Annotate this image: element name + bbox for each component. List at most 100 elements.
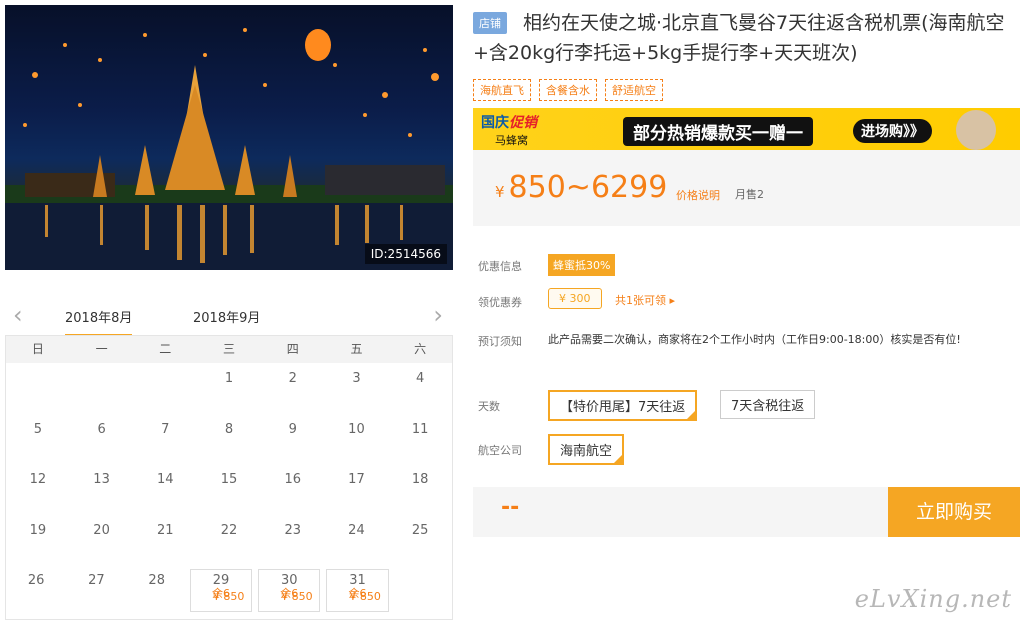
weekday-label: 六 <box>414 342 427 356</box>
calendar-day: 2 <box>261 363 325 414</box>
calendar-day <box>392 565 452 616</box>
calendar-day: 9 <box>261 414 325 465</box>
calendar-day: 8 <box>197 414 261 465</box>
banner-sub: 马蜂窝 <box>495 134 528 147</box>
day-price: ¥ 850 <box>212 590 245 603</box>
tab-month-aug[interactable]: 2018年8月 <box>65 307 133 337</box>
tag-item: 海航直飞 <box>473 79 531 101</box>
day-price: ¥ 850 <box>281 590 313 603</box>
tag-item: 舒适航空 <box>605 79 663 101</box>
prev-month-icon[interactable]: ‹ <box>13 303 23 327</box>
notice-label: 预订须知 <box>478 335 522 348</box>
lanterns-sky <box>5 28 453 270</box>
price-note-link[interactable]: 价格说明 <box>676 187 720 203</box>
days-label: 天数 <box>478 400 500 413</box>
weekday-label: 三 <box>223 342 236 356</box>
day-number: 27 <box>88 573 105 588</box>
calendar-day-available[interactable]: 31 ¥ 850 余6 <box>326 569 389 612</box>
day-number: 4 <box>416 371 425 386</box>
day-number: 9 <box>288 421 297 437</box>
calendar-day: 24 <box>325 515 389 566</box>
day-number: 11 <box>411 421 429 437</box>
promo-badge: 蜂蜜抵30% <box>548 254 616 276</box>
calendar-day: 13 <box>70 464 134 515</box>
product-tags: 海航直飞 含餐含水 舒适航空 <box>473 79 663 101</box>
calendar-day: 3 <box>325 363 389 414</box>
buy-now-button[interactable]: 立即购买 <box>888 487 1020 537</box>
day-number: 24 <box>348 522 365 538</box>
weekday-label: 二 <box>159 342 172 356</box>
calendar-day: 16 <box>261 464 325 515</box>
banner-cta-button[interactable]: 进场购》》 <box>853 119 932 143</box>
calendar-day: 5 <box>6 414 70 465</box>
day-number: 17 <box>348 472 365 487</box>
airline-option-selected[interactable]: 海南航空 <box>548 434 625 465</box>
notice-text: 此产品需要二次确认，商家将在2个工作小时内（工作日9:00-18:00）核实是否… <box>548 333 961 346</box>
tab-month-sep[interactable]: 2018年9月 <box>193 307 260 326</box>
calendar-week-row: 5 6 7 8 9 10 11 <box>6 414 452 465</box>
calendar-day-available[interactable]: 30 ¥ 850 余6 <box>258 569 321 612</box>
calendar-day: 19 <box>6 515 70 566</box>
next-month-icon[interactable]: › <box>433 303 443 327</box>
calendar-day <box>70 363 134 414</box>
calendar-day-available[interactable]: 29 ¥ 850 余6 <box>189 569 253 612</box>
day-number: 28 <box>148 573 165 588</box>
calendar-day <box>6 363 70 414</box>
day-number: 12 <box>29 472 47 487</box>
calendar-day <box>133 363 197 414</box>
tag-item: 含餐含水 <box>539 79 597 101</box>
day-number: 20 <box>93 522 110 538</box>
weekday-label: 五 <box>350 342 363 356</box>
product-page: ID:2514566 ‹ 2018年8月 2018年9月 › 日 一 二 三 四 五 六 1… <box>0 0 1024 623</box>
day-number: 19 <box>29 522 47 538</box>
day-number: 2 <box>288 371 297 386</box>
coupon-label: 领优惠券 <box>478 296 522 309</box>
calendar-day: 26 <box>6 565 66 616</box>
day-number: 7 <box>161 421 170 437</box>
day-number: 15 <box>220 472 238 487</box>
banner-brand: 国庆促销 <box>481 115 537 131</box>
calendar-day: 17 <box>325 464 389 515</box>
day-number: 6 <box>97 421 106 437</box>
days-option[interactable]: 7天含税往返 <box>720 390 816 419</box>
calendar-week-row: 12 13 14 15 16 17 18 <box>6 464 452 515</box>
day-number: 16 <box>284 472 301 487</box>
calendar-day: 4 <box>388 363 452 414</box>
banner-avatar-icon <box>956 110 996 150</box>
calendar-day: 18 <box>388 464 452 515</box>
monthly-sales: 月售2 <box>735 188 764 201</box>
promo-info-label: 优惠信息 <box>478 260 522 273</box>
day-number: 25 <box>411 522 429 538</box>
coupon-chip[interactable]: ¥ 300 <box>548 288 602 309</box>
calendar-day: 21 <box>133 515 197 566</box>
day-number: 3 <box>352 371 361 386</box>
day-number: 29 <box>212 573 230 588</box>
calendar-day: 28 <box>127 565 187 616</box>
day-number: 21 <box>157 522 174 538</box>
coupon-claim-link[interactable]: 共1张可领 ▸ <box>615 292 675 308</box>
promo-banner[interactable]: 国庆促销 马蜂窝 部分热销爆款买一赠一 进场购》》 <box>473 108 1020 150</box>
weekday-label: 一 <box>95 342 108 356</box>
calendar-day: 27 <box>66 565 126 616</box>
days-option-selected[interactable]: 【特价甩尾】7天往返 <box>548 390 698 421</box>
day-number: 18 <box>411 472 429 487</box>
day-number: 26 <box>27 573 45 588</box>
calendar-weekday-header: 日一二三四五六 <box>6 336 452 363</box>
product-photo[interactable]: ID:2514566 <box>5 5 453 270</box>
banner-slogan: 部分热销爆款买一赠一 <box>623 117 813 146</box>
calendar-day: 14 <box>133 464 197 515</box>
calendar-week-row: 1 2 3 4 <box>6 363 452 414</box>
day-number: 22 <box>220 522 238 538</box>
day-number: 5 <box>33 421 42 437</box>
weekday-label: 日 <box>31 342 44 356</box>
day-number: 31 <box>349 573 366 588</box>
calendar-day: 7 <box>133 414 197 465</box>
product-title: 相约在天使之城·北京直飞曼谷7天往返含税机票(海南航空+含20kg行李托运+5k… <box>473 12 1005 64</box>
calendar-day: 10 <box>325 414 389 465</box>
calendar-week-row: 19 20 21 22 23 24 25 <box>6 515 452 566</box>
day-number: 23 <box>284 522 301 538</box>
price-box: ¥850~6299 价格说明 月售2 <box>473 150 1020 226</box>
calendar-day: 6 <box>70 414 134 465</box>
calendar-day: 25 <box>388 515 452 566</box>
calendar-day: 12 <box>6 464 70 515</box>
